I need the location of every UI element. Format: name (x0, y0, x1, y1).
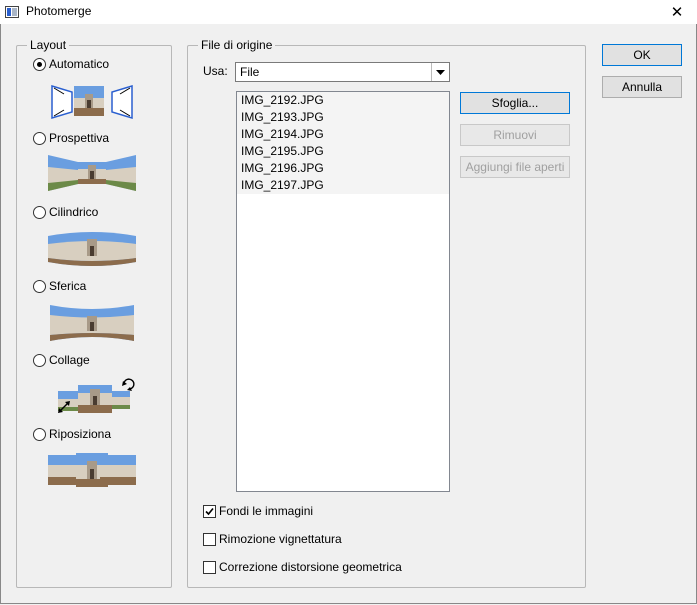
source-files-group-legend: File di origine (198, 38, 276, 52)
chevron-down-icon[interactable] (431, 63, 449, 81)
blend-images-checkbox-row[interactable]: Fondi le immagini (203, 503, 313, 519)
collage-preview-image (58, 378, 135, 413)
cancel-button[interactable]: Annulla (602, 76, 682, 98)
use-select-value: File (240, 65, 260, 79)
layout-group-legend: Layout (27, 38, 70, 52)
remove-button[interactable]: Rimuovi (460, 124, 570, 146)
radio-automatico-indicator[interactable] (33, 57, 46, 71)
automatico-preview-image (51, 84, 133, 120)
list-item[interactable]: IMG_2193.JPG (237, 109, 449, 126)
use-label: Usa: (203, 64, 228, 78)
vignette-removal-checkbox[interactable] (203, 532, 216, 546)
radio-sferica[interactable]: Sferica (33, 278, 86, 294)
radio-riposiziona-indicator[interactable] (33, 427, 46, 441)
radio-prospettiva-label: Prospettiva (49, 131, 110, 145)
photomerge-app-icon (5, 6, 19, 18)
sferica-preview-image (50, 305, 134, 341)
list-item[interactable]: IMG_2192.JPG (237, 92, 449, 109)
close-button[interactable]: ✕ (657, 0, 697, 24)
checkmark-icon (205, 507, 214, 515)
radio-riposiziona[interactable]: Riposiziona (33, 426, 111, 442)
radio-sferica-label: Sferica (49, 279, 87, 293)
radio-sferica-indicator[interactable] (33, 279, 46, 293)
close-icon: ✕ (670, 4, 684, 21)
prospettiva-preview-image (48, 155, 136, 191)
blend-images-checkbox[interactable] (203, 504, 216, 518)
list-item[interactable]: IMG_2196.JPG (237, 160, 449, 177)
radio-prospettiva-indicator[interactable] (33, 131, 46, 145)
list-item[interactable]: IMG_2197.JPG (237, 177, 449, 194)
radio-collage-label: Collage (49, 353, 90, 367)
ok-button[interactable]: OK (602, 44, 682, 66)
radio-cilindrico[interactable]: Cilindrico (33, 204, 98, 220)
blend-images-label: Fondi le immagini (219, 504, 314, 518)
radio-riposiziona-label: Riposiziona (49, 427, 112, 441)
riposiziona-preview-image (48, 453, 136, 487)
radio-cilindrico-label: Cilindrico (49, 205, 99, 219)
browse-button[interactable]: Sfoglia... (460, 92, 570, 114)
source-file-list[interactable]: IMG_2192.JPG IMG_2193.JPG IMG_2194.JPG I… (236, 91, 450, 492)
window-title: Photomerge (26, 4, 92, 18)
vignette-removal-label: Rimozione vignettatura (219, 532, 342, 546)
vignette-removal-checkbox-row[interactable]: Rimozione vignettatura (203, 531, 342, 547)
geometric-distortion-checkbox-row[interactable]: Correzione distorsione geometrica (203, 559, 402, 575)
geometric-distortion-checkbox[interactable] (203, 560, 216, 574)
use-select[interactable]: File (235, 62, 450, 82)
radio-cilindrico-indicator[interactable] (33, 205, 46, 219)
list-item[interactable]: IMG_2195.JPG (237, 143, 449, 160)
radio-automatico[interactable]: Automatico (33, 56, 109, 72)
radio-automatico-label: Automatico (49, 57, 110, 71)
cilindrico-preview-image (48, 232, 136, 266)
radio-collage-indicator[interactable] (33, 353, 46, 367)
list-item[interactable]: IMG_2194.JPG (237, 126, 449, 143)
radio-prospettiva[interactable]: Prospettiva (33, 130, 109, 146)
title-bar: Photomerge ✕ (0, 0, 697, 24)
radio-collage[interactable]: Collage (33, 352, 90, 368)
geometric-distortion-label: Correzione distorsione geometrica (219, 560, 402, 574)
add-open-files-button[interactable]: Aggiungi file aperti (460, 156, 570, 178)
